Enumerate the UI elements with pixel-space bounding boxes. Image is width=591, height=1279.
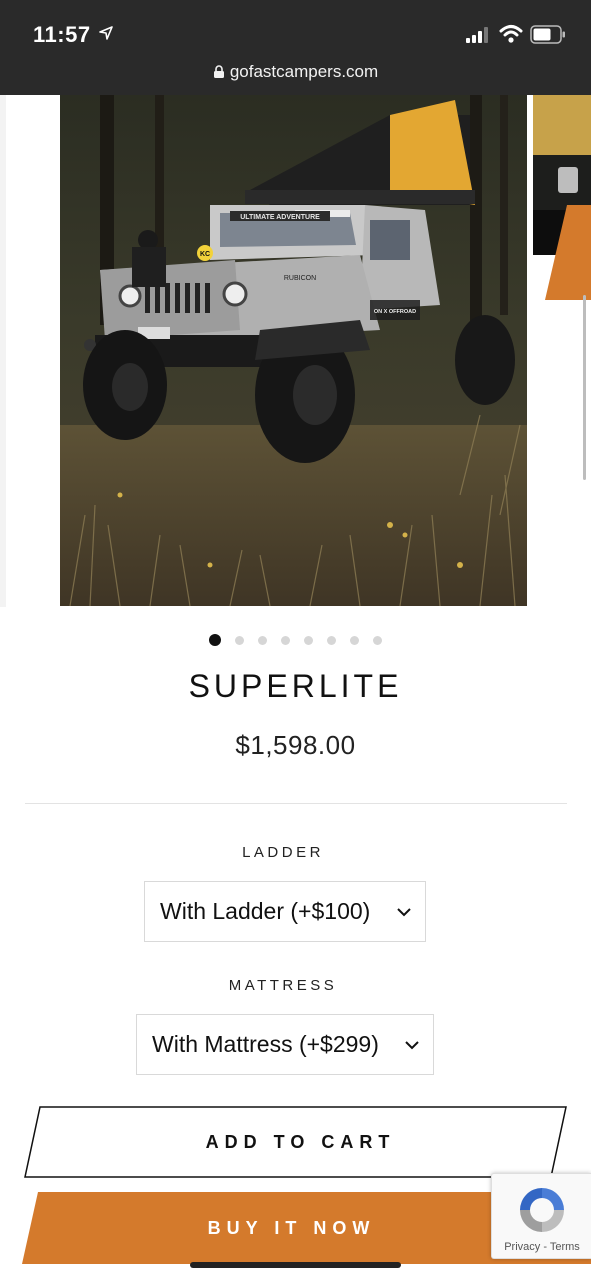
- home-indicator[interactable]: [190, 1262, 401, 1268]
- ladder-option-label: LADDER: [242, 844, 324, 861]
- product-price: $1,598.00: [235, 730, 356, 760]
- product-photo[interactable]: ULTIMATE ADVENTURE RUBICON ON X OFFROAD …: [60, 95, 527, 606]
- recaptcha-icon: [520, 1188, 564, 1232]
- chevron-down-icon: [397, 908, 411, 917]
- next-slide-orange-accent: [545, 205, 591, 300]
- gallery-pagination: [0, 633, 591, 647]
- add-to-cart-button[interactable]: ADD TO CART: [0, 1106, 591, 1178]
- mattress-select-value: With Mattress (+$299): [152, 1031, 379, 1057]
- url-bar[interactable]: gofastcampers.com: [0, 62, 591, 82]
- gallery-dot-6[interactable]: [327, 635, 336, 645]
- mattress-option-label: MATTRESS: [228, 977, 338, 994]
- photo-door-decal: ON X OFFROAD: [374, 309, 416, 315]
- gallery-dot-3[interactable]: [258, 635, 267, 645]
- signal-icon: [466, 27, 488, 43]
- battery-icon: [530, 25, 565, 44]
- page-scroll-indicator: [583, 295, 586, 480]
- location-arrow-icon: [99, 26, 113, 40]
- photo-roof-banner: ULTIMATE ADVENTURE: [240, 214, 320, 221]
- ladder-select[interactable]: With Ladder (+$100): [144, 881, 426, 942]
- recaptcha-separator: -: [540, 1241, 550, 1253]
- product-title: SUPERLITE: [188, 668, 403, 704]
- clock: 11:57: [33, 22, 91, 47]
- photo-hood-badge: RUBICON: [284, 275, 316, 282]
- gallery-dot-1[interactable]: [209, 634, 221, 646]
- divider: [25, 803, 567, 804]
- ladder-select-value: With Ladder (+$100): [160, 898, 371, 924]
- gallery-dot-7[interactable]: [350, 635, 359, 645]
- photo-light-badge: KC: [200, 251, 210, 258]
- recaptcha-privacy-link[interactable]: Privacy: [504, 1241, 540, 1253]
- gallery-dot-8[interactable]: [373, 635, 382, 645]
- wifi-icon: [499, 25, 523, 43]
- add-to-cart-label: ADD TO CART: [205, 1132, 396, 1152]
- gallery-dot-4[interactable]: [281, 635, 290, 645]
- mattress-select[interactable]: With Mattress (+$299): [136, 1014, 434, 1075]
- previous-slide-edge: [0, 95, 6, 607]
- chevron-down-icon: [405, 1041, 419, 1050]
- url-text: gofastcampers.com: [229, 62, 379, 81]
- jeep-camper-photo: ULTIMATE ADVENTURE RUBICON ON X OFFROAD …: [60, 95, 527, 606]
- gallery-dot-2[interactable]: [235, 635, 244, 645]
- status-bar: 11:57 gofastcampers.com: [0, 0, 591, 95]
- recaptcha-links: Privacy - Terms: [492, 1241, 591, 1253]
- gallery-dot-5[interactable]: [304, 635, 313, 645]
- product-gallery[interactable]: ULTIMATE ADVENTURE RUBICON ON X OFFROAD …: [0, 95, 591, 607]
- lock-icon: [213, 65, 224, 78]
- recaptcha-badge[interactable]: Privacy - Terms: [491, 1173, 591, 1259]
- recaptcha-terms-link[interactable]: Terms: [550, 1241, 580, 1253]
